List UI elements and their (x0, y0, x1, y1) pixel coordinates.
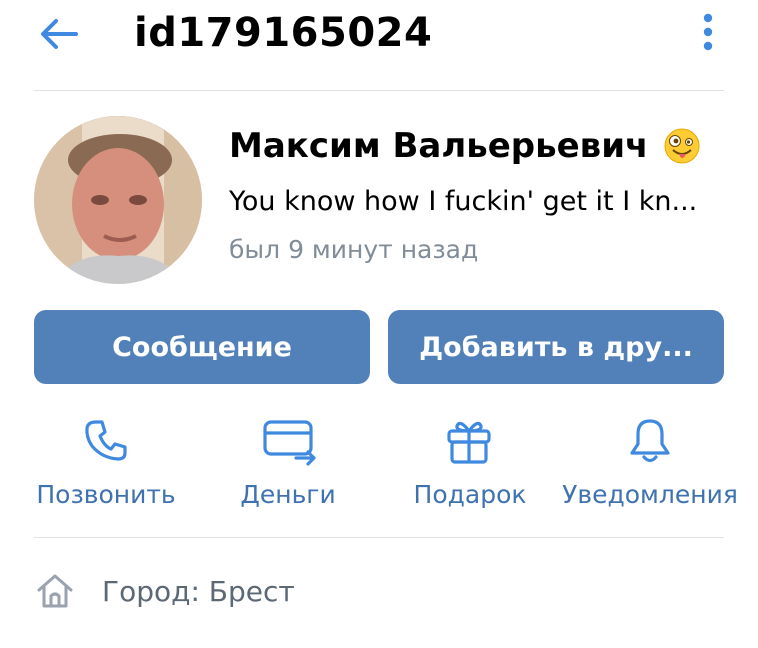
gift-icon (447, 421, 491, 464)
arrow-left-icon (41, 19, 78, 49)
action-gift[interactable]: Подарок (400, 412, 540, 522)
action-notifications-label: Уведомления (562, 480, 738, 509)
header: id179165024 (0, 0, 758, 90)
avatar[interactable] (34, 116, 202, 284)
zany-face-emoji (664, 128, 700, 164)
action-call[interactable]: Позвонить (34, 412, 176, 522)
action-notifications[interactable]: Уведомления (562, 412, 738, 522)
avatar-photo (34, 116, 202, 284)
more-vertical-icon (703, 13, 713, 51)
header-divider (34, 90, 724, 91)
more-options-button[interactable] (694, 10, 722, 56)
action-gift-label: Подарок (413, 480, 527, 509)
page-title: id179165024 (134, 10, 433, 56)
action-call-label: Позвонить (36, 480, 176, 509)
section-divider (34, 537, 724, 538)
money-transfer-icon (263, 420, 316, 466)
info-city-text: Город: Брест (102, 575, 295, 608)
bell-icon (630, 419, 670, 463)
action-money-label: Деньги (240, 480, 336, 509)
info-city-row[interactable]: Город: Брест (34, 566, 724, 620)
message-button[interactable]: Сообщение (34, 310, 370, 384)
home-icon (37, 574, 73, 608)
profile-name: Максим Вальерьевич (229, 126, 649, 166)
phone-icon (85, 420, 127, 461)
back-button[interactable] (36, 14, 82, 54)
add-friend-button[interactable]: Добавить в дру... (388, 310, 724, 384)
profile-status[interactable]: You know how I fuckin' get it I kn... (229, 182, 719, 222)
action-money[interactable]: Деньги (218, 412, 358, 522)
last-seen: был 9 минут назад (229, 235, 479, 264)
